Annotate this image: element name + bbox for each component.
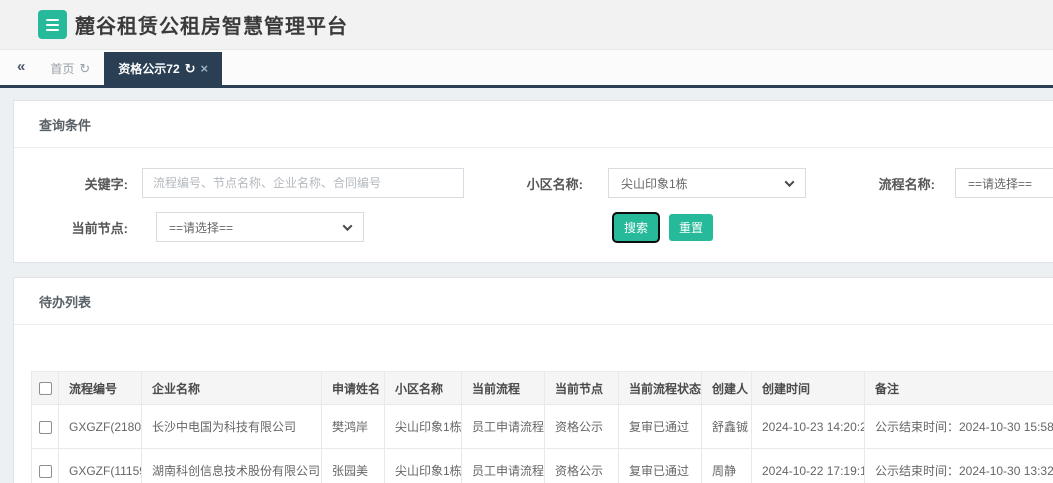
todo-panel-title: 待办列表 — [14, 278, 1053, 325]
query-panel: 查询条件 关键字: 小区名称: 尖山印象1栋 流程名称: ==请选择== — [13, 100, 1053, 263]
main-content: 查询条件 关键字: 小区名称: 尖山印象1栋 流程名称: ==请选择== — [0, 88, 1053, 483]
cell-current-process: 员工申请流程 — [462, 405, 545, 449]
tab-home-label: 首页 — [50, 60, 74, 77]
app-window: 麓谷租赁公租房智慧管理平台 « 首页 ↻ 资格公示72 ↻ × 查询条件 关键字… — [0, 0, 1053, 483]
chevron-down-icon — [785, 177, 795, 187]
form-buttons: 搜索 重置 — [614, 214, 713, 241]
cell-current-node: 资格公示 — [545, 405, 619, 449]
table-row: GXGZF(11159) 湖南科创信息技术股份有限公司 张园美 尖山印象1栋 员… — [32, 449, 1053, 483]
tab-home[interactable]: 首页 ↻ — [36, 52, 104, 85]
column-header-current-process: 当前流程 — [462, 372, 545, 405]
cell-current-node: 资格公示 — [545, 449, 619, 483]
search-button[interactable]: 搜索 — [614, 214, 658, 241]
query-form: 关键字: 小区名称: 尖山印象1栋 流程名称: ==请选择== 当前节点: — [14, 148, 1053, 262]
chevron-down-icon — [343, 221, 353, 231]
column-header-applicant-name: 申请姓名 — [322, 372, 385, 405]
collapse-tabs-icon[interactable]: « — [6, 58, 36, 78]
app-header: 麓谷租赁公租房智慧管理平台 — [0, 0, 1053, 50]
cell-process-status: 复审已通过 — [619, 449, 702, 483]
tab-bar: « 首页 ↻ 资格公示72 ↻ × — [0, 50, 1053, 88]
todo-panel: 待办列表 流程编号 企业名称 申请姓名 小区名称 — [13, 277, 1053, 483]
cell-current-process: 员工申请流程 — [462, 449, 545, 483]
community-name-select[interactable]: 尖山印象1栋 — [608, 168, 806, 198]
cell-process-status: 复审已通过 — [619, 405, 702, 449]
process-name-value: ==请选择== — [968, 175, 1032, 192]
column-header-creator: 创建人 — [702, 372, 752, 405]
column-header-create-time: 创建时间 — [752, 372, 865, 405]
cell-applicant-name: 张园美 — [322, 449, 385, 483]
cell-applicant-name: 樊鸿岸 — [322, 405, 385, 449]
query-panel-title: 查询条件 — [14, 101, 1053, 148]
close-icon[interactable]: × — [201, 62, 209, 75]
community-name-value: 尖山印象1栋 — [621, 175, 688, 192]
cell-process-id: GXGZF(21807) — [59, 405, 142, 449]
cell-company-name: 长沙中电国为科技有限公司 — [142, 405, 322, 449]
cell-remark: 公示结束时间：2024-10-30 15:58:24 — [865, 405, 1053, 449]
todo-table: 流程编号 企业名称 申请姓名 小区名称 当前流程 当前节点 当前流程状态 创建人… — [31, 371, 1053, 483]
query-form-row-2: 当前节点: ==请选择== 搜索 重置 — [14, 212, 1053, 242]
row-checkbox[interactable] — [39, 421, 52, 434]
menu-toggle-button[interactable] — [38, 10, 67, 39]
community-name-label: 小区名称: — [464, 174, 608, 193]
keyword-input[interactable] — [142, 168, 464, 198]
current-node-value: ==请选择== — [169, 219, 233, 236]
cell-community-name: 尖山印象1栋 — [385, 449, 462, 483]
column-header-remark: 备注 — [865, 372, 1053, 405]
cell-creator: 舒鑫铖 — [702, 405, 752, 449]
current-node-select[interactable]: ==请选择== — [156, 212, 364, 242]
keyword-label: 关键字: — [14, 174, 142, 193]
column-header-process-id: 流程编号 — [59, 372, 142, 405]
column-header-company-name: 企业名称 — [142, 372, 322, 405]
column-header-current-node: 当前节点 — [545, 372, 619, 405]
cell-create-time: 2024-10-23 14:20:29 — [752, 405, 865, 449]
current-node-label: 当前节点: — [14, 218, 142, 237]
select-all-checkbox[interactable] — [39, 382, 52, 395]
process-name-select[interactable]: ==请选择== — [955, 168, 1053, 198]
refresh-icon[interactable]: ↻ — [185, 62, 196, 75]
cell-process-id: GXGZF(11159) — [59, 449, 142, 483]
query-form-row-1: 关键字: 小区名称: 尖山印象1栋 流程名称: ==请选择== — [14, 168, 1053, 198]
tab-qualification-label: 资格公示72 — [118, 60, 179, 77]
cell-remark: 公示结束时间：2024-10-30 13:32:09 — [865, 449, 1053, 483]
hamburger-icon — [46, 19, 59, 31]
column-header-process-status: 当前流程状态 — [619, 372, 702, 405]
column-header-community-name: 小区名称 — [385, 372, 462, 405]
cell-create-time: 2024-10-22 17:19:17 — [752, 449, 865, 483]
tab-qualification-publicity[interactable]: 资格公示72 ↻ × — [104, 52, 222, 85]
cell-creator: 周静 — [702, 449, 752, 483]
todo-table-wrap: 流程编号 企业名称 申请姓名 小区名称 当前流程 当前节点 当前流程状态 创建人… — [14, 325, 1053, 483]
refresh-icon[interactable]: ↻ — [79, 62, 90, 75]
table-row: GXGZF(21807) 长沙中电国为科技有限公司 樊鸿岸 尖山印象1栋 员工申… — [32, 405, 1053, 449]
row-checkbox[interactable] — [39, 465, 52, 478]
reset-button[interactable]: 重置 — [669, 214, 713, 241]
table-header-row: 流程编号 企业名称 申请姓名 小区名称 当前流程 当前节点 当前流程状态 创建人… — [32, 372, 1053, 405]
cell-company-name: 湖南科创信息技术股份有限公司 — [142, 449, 322, 483]
cell-community-name: 尖山印象1栋 — [385, 405, 462, 449]
process-name-label: 流程名称: — [806, 174, 955, 193]
page-title: 麓谷租赁公租房智慧管理平台 — [75, 10, 348, 39]
